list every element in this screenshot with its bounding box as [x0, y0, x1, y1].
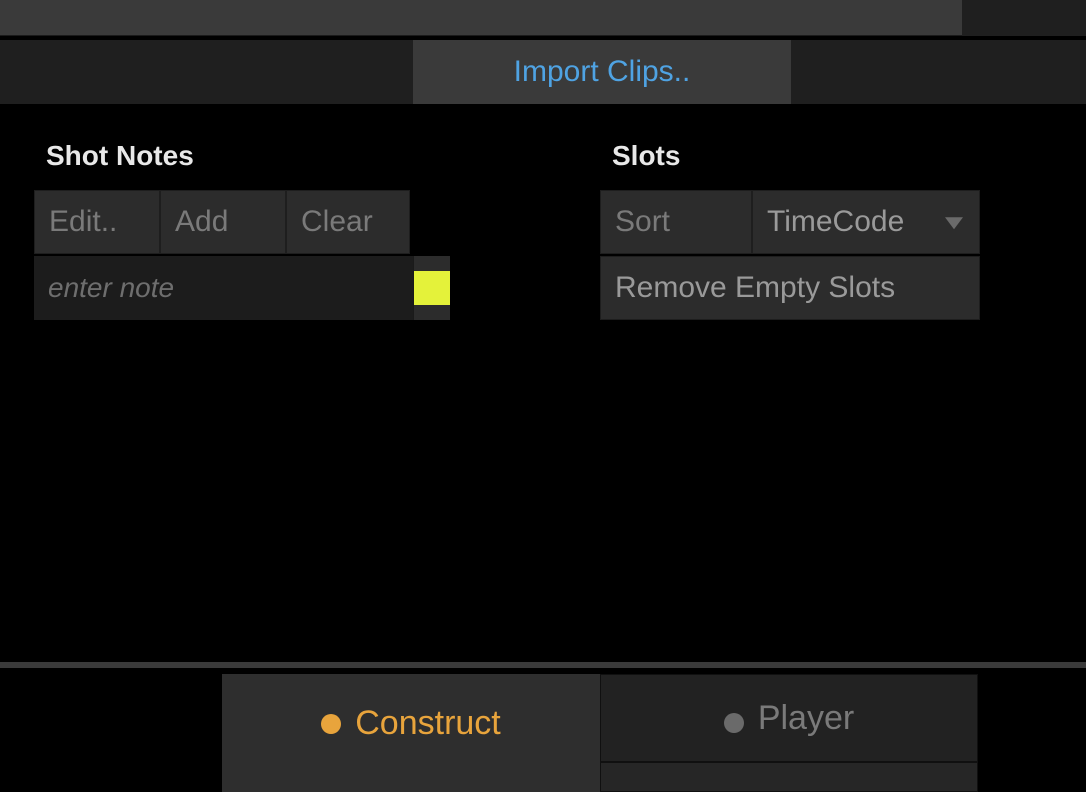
- edit-note-label: Edit..: [49, 205, 117, 239]
- tab-player[interactable]: Player: [600, 674, 978, 762]
- bottom-divider: [0, 662, 1086, 668]
- note-input-row: [34, 256, 410, 320]
- edit-note-button[interactable]: Edit..: [34, 190, 160, 254]
- tab-player-sub[interactable]: [600, 762, 978, 792]
- sort-mode-value: TimeCode: [767, 205, 904, 239]
- top-toolbar: [0, 0, 962, 36]
- clear-note-button[interactable]: Clear: [286, 190, 410, 254]
- note-color-swatch: [414, 271, 450, 305]
- main-area: Shot Notes Edit.. Add Clear Slots Sort: [0, 104, 1086, 668]
- remove-empty-slots-button[interactable]: Remove Empty Slots: [600, 256, 980, 320]
- tab-construct[interactable]: Construct: [222, 674, 600, 792]
- slots-sort-row: Sort TimeCode: [600, 190, 980, 254]
- add-note-label: Add: [175, 205, 228, 239]
- dot-icon: [724, 713, 744, 733]
- tab-player-label: Player: [758, 699, 854, 738]
- shot-notes-heading: Shot Notes: [34, 140, 410, 172]
- tab-player-group: Player: [600, 674, 978, 792]
- note-input[interactable]: [34, 256, 413, 320]
- dot-icon: [321, 714, 341, 734]
- import-row-spacer-left: [0, 40, 413, 104]
- bottom-spacer-left: [0, 674, 222, 792]
- remove-empty-slots-label: Remove Empty Slots: [615, 271, 895, 305]
- bottom-spacer-right: [978, 674, 1086, 792]
- chevron-down-icon: [945, 217, 963, 229]
- slots-panel: Slots Sort TimeCode Remove Empty Slots: [600, 140, 980, 320]
- note-color-button[interactable]: [413, 256, 450, 320]
- import-row: Import Clips..: [0, 40, 1086, 104]
- shot-notes-panel: Shot Notes Edit.. Add Clear: [34, 140, 410, 320]
- shot-notes-button-row: Edit.. Add Clear: [34, 190, 410, 254]
- top-toolbar-right: [962, 0, 1086, 36]
- sort-label: Sort: [615, 205, 670, 239]
- clear-note-label: Clear: [301, 205, 373, 239]
- sort-mode-select[interactable]: TimeCode: [752, 190, 980, 254]
- slots-heading: Slots: [600, 140, 980, 172]
- import-row-spacer-right: [791, 40, 1086, 104]
- import-clips-label: Import Clips..: [514, 55, 691, 89]
- import-clips-button[interactable]: Import Clips..: [413, 40, 791, 104]
- sort-button[interactable]: Sort: [600, 190, 752, 254]
- tab-construct-label: Construct: [355, 704, 501, 743]
- add-note-button[interactable]: Add: [160, 190, 286, 254]
- bottom-tab-bar: Construct Player: [0, 674, 1086, 792]
